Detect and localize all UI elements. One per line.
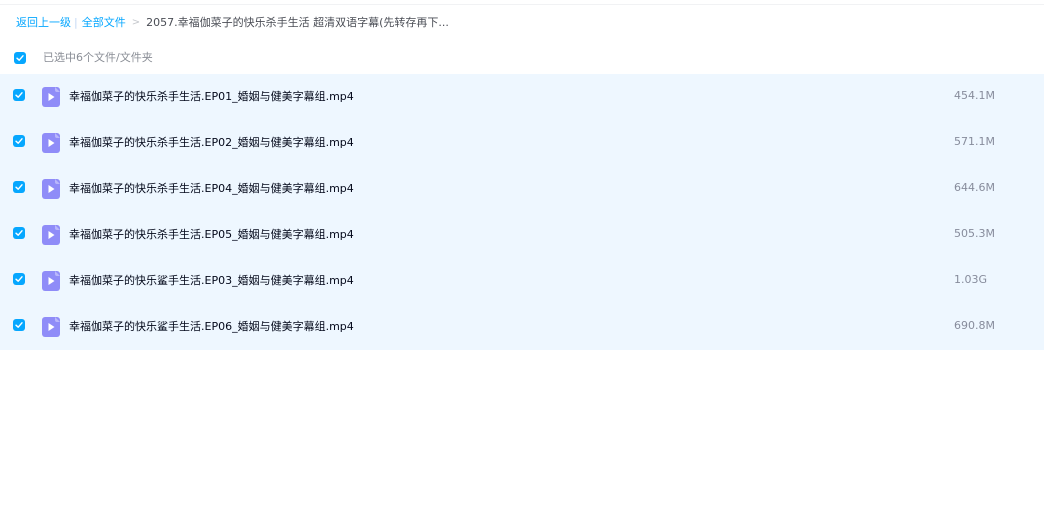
file-size: 505.3M <box>954 227 995 240</box>
video-file-icon <box>42 87 60 107</box>
file-name[interactable]: 幸福伽菜子的快乐鲨手生活.EP03_婚姻与健美字幕组.mp4 <box>69 274 354 288</box>
file-name[interactable]: 幸福伽菜子的快乐鲨手生活.EP06_婚姻与健美字幕组.mp4 <box>69 320 354 334</box>
file-size: 454.1M <box>954 89 995 102</box>
file-row[interactable]: 幸福伽菜子的快乐杀手生活.EP05_婚姻与健美字幕组.mp4 505.3M <box>0 212 1044 258</box>
top-divider <box>0 4 1044 5</box>
file-name[interactable]: 幸福伽菜子的快乐杀手生活.EP01_婚姻与健美字幕组.mp4 <box>69 90 354 104</box>
video-file-icon <box>42 317 60 337</box>
file-checkbox[interactable] <box>13 227 25 239</box>
checkmark-icon <box>15 184 23 190</box>
select-all-checkbox[interactable] <box>14 52 26 64</box>
video-file-icon <box>42 225 60 245</box>
breadcrumb-separator-arrow: > <box>131 17 141 28</box>
file-list: 幸福伽菜子的快乐杀手生活.EP01_婚姻与健美字幕组.mp4 454.1M 幸福… <box>0 74 1044 350</box>
file-row[interactable]: 幸福伽菜子的快乐鲨手生活.EP06_婚姻与健美字幕组.mp4 690.8M <box>0 304 1044 350</box>
file-size: 571.1M <box>954 135 995 148</box>
selection-header: 已选中6个文件/文件夹 <box>0 46 1044 70</box>
file-checkbox[interactable] <box>13 89 25 101</box>
file-size: 1.03G <box>954 273 988 286</box>
video-file-icon <box>42 179 60 199</box>
file-row[interactable]: 幸福伽菜子的快乐杀手生活.EP04_婚姻与健美字幕组.mp4 644.6M <box>0 166 1044 212</box>
file-checkbox[interactable] <box>13 135 25 147</box>
breadcrumb: 返回上一级 | 全部文件 > 2057.幸福伽菜子的快乐杀手生活 超清双语字幕(… <box>16 16 449 30</box>
file-checkbox[interactable] <box>13 181 25 193</box>
checkmark-icon <box>15 230 23 236</box>
breadcrumb-current-folder: 2057.幸福伽菜子的快乐杀手生活 超清双语字幕(先转存再下... <box>146 16 449 29</box>
file-name[interactable]: 幸福伽菜子的快乐杀手生活.EP04_婚姻与健美字幕组.mp4 <box>69 182 354 196</box>
video-file-icon <box>42 133 60 153</box>
file-row[interactable]: 幸福伽菜子的快乐杀手生活.EP01_婚姻与健美字幕组.mp4 454.1M <box>0 74 1044 120</box>
video-file-icon <box>42 271 60 291</box>
selection-count: 已选中6个文件/文件夹 <box>43 51 153 64</box>
checkmark-icon <box>15 276 23 282</box>
all-files-link[interactable]: 全部文件 <box>82 16 126 30</box>
file-checkbox[interactable] <box>13 319 25 331</box>
file-name[interactable]: 幸福伽菜子的快乐杀手生活.EP05_婚姻与健美字幕组.mp4 <box>69 228 354 242</box>
file-size: 690.8M <box>954 319 995 332</box>
file-row[interactable]: 幸福伽菜子的快乐鲨手生活.EP03_婚姻与健美字幕组.mp4 1.03G <box>0 258 1044 304</box>
checkmark-icon <box>15 322 23 328</box>
file-name[interactable]: 幸福伽菜子的快乐杀手生活.EP02_婚姻与健美字幕组.mp4 <box>69 136 354 150</box>
file-row[interactable]: 幸福伽菜子的快乐杀手生活.EP02_婚姻与健美字幕组.mp4 571.1M <box>0 120 1044 166</box>
checkmark-icon <box>16 55 24 61</box>
checkmark-icon <box>15 92 23 98</box>
back-link[interactable]: 返回上一级 <box>16 16 71 30</box>
file-checkbox[interactable] <box>13 273 25 285</box>
breadcrumb-separator-bar: | <box>74 16 78 29</box>
checkmark-icon <box>15 138 23 144</box>
file-size: 644.6M <box>954 181 995 194</box>
